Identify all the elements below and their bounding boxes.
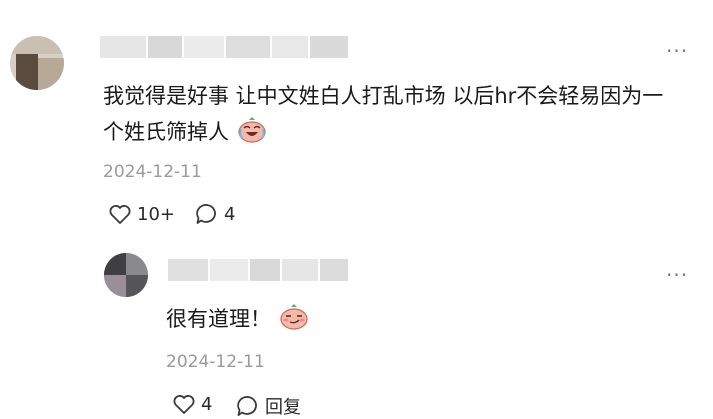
reply-like-count: 4 — [201, 393, 213, 415]
reply-text: 很有道理！ — [166, 301, 308, 341]
reply-username-redacted[interactable] — [168, 259, 348, 281]
heart-icon — [109, 205, 131, 224]
comment-body: 我觉得是好事 让中文姓白人打乱市场 以后hr不会轻易因为一个姓氏筛掉人 — [103, 84, 664, 144]
heart-icon — [173, 395, 195, 414]
like-button[interactable]: 10+ — [108, 203, 175, 225]
avatar-mosaic-block — [10, 36, 64, 54]
reply-button-label: 回复 — [265, 397, 301, 418]
reply-more-options-icon[interactable]: ··· — [666, 265, 688, 285]
crying-laughing-face-icon — [238, 117, 266, 154]
avatar[interactable] — [10, 36, 64, 90]
reply-button[interactable]: 回复 — [236, 393, 301, 419]
more-options-icon[interactable]: ··· — [666, 41, 688, 61]
avatar-mosaic-block — [126, 275, 148, 297]
avatar-mosaic-block — [104, 253, 126, 275]
reply-count-button[interactable]: 4 — [195, 203, 235, 225]
reply-date: 2024-12-11 — [166, 352, 265, 372]
reply-body: 很有道理！ — [166, 307, 271, 331]
reply-count: 4 — [224, 203, 236, 225]
comment-text: 我觉得是好事 让中文姓白人打乱市场 以后hr不会轻易因为一个姓氏筛掉人 — [103, 78, 683, 154]
comment-bubble-icon — [196, 204, 216, 224]
avatar-mosaic-block — [104, 275, 126, 297]
username-redacted[interactable] — [100, 36, 348, 58]
comment-date: 2024-12-11 — [103, 162, 202, 182]
like-count: 10+ — [137, 203, 175, 225]
avatar-mosaic-block — [38, 58, 64, 90]
avatar-mosaic-block — [16, 54, 38, 90]
smirk-face-icon — [280, 304, 308, 341]
reply-like-button[interactable]: 4 — [172, 393, 212, 415]
reply-avatar[interactable] — [104, 253, 148, 297]
comment-bubble-icon — [237, 396, 257, 416]
avatar-mosaic-block — [126, 253, 148, 275]
